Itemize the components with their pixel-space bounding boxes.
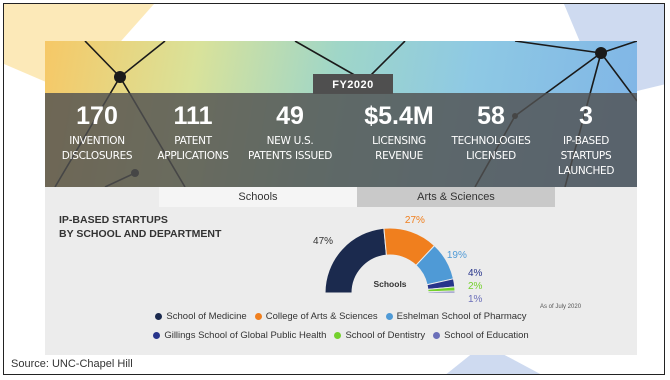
stats-banner: FY2020 170 INVENTION DISCLOSURES 111 PATE… [45, 41, 637, 187]
donut-value-label-3: 4% [468, 268, 483, 279]
donut-value-label-0: 47% [313, 236, 333, 247]
legend-swatch [155, 312, 163, 320]
stat-new-patents-issued: 49 NEW U.S. PATENTS ISSUED [241, 101, 339, 164]
stat-value: 170 [76, 102, 118, 130]
stat-label: LICENSING REVENUE [372, 135, 426, 162]
stat-value: 58 [477, 102, 505, 130]
legend-swatch [385, 312, 393, 320]
stat-label: IP-BASED STARTUPS LAUNCHED [557, 135, 615, 177]
legend-label: School of Medicine [166, 311, 247, 322]
stat-licensing-revenue: $5.4M LICENSING REVENUE [350, 101, 448, 164]
legend-label: College of Arts & Sciences [265, 311, 378, 322]
legend-item: School of Medicine [155, 311, 247, 322]
donut-value-label-5: 1% [468, 294, 483, 305]
legend-label: Gillings School of Global Public Health [164, 330, 327, 341]
stat-label: PATENT APPLICATIONS [157, 135, 229, 162]
stat-value: 111 [173, 102, 213, 130]
donut-value-label-4: 2% [468, 281, 483, 292]
stat-value: 49 [276, 102, 304, 130]
donut-value-label-2: 19% [447, 250, 467, 261]
stat-patent-applications: 111 PATENT APPLICATIONS [144, 101, 242, 164]
as-of-date: As of July 2020 [540, 304, 582, 310]
legend-item: School of Education [433, 330, 529, 341]
slide: FY2020 170 INVENTION DISCLOSURES 111 PATE… [3, 3, 665, 375]
donut-center-title: Schools [373, 279, 406, 289]
stats-bar: 170 INVENTION DISCLOSURES 111 PATENT APPLI… [45, 93, 637, 187]
source-note: Source: UNC-Chapel Hill [11, 358, 133, 370]
legend-label: Eshelman School of Pharmacy [396, 311, 527, 322]
donut-slice-5 [427, 290, 456, 294]
fiscal-year-label: FY2020 [313, 74, 393, 94]
donut-value-label-1: 27% [405, 215, 425, 226]
stat-invention-disclosures: 170 INVENTION DISCLOSURES [48, 101, 146, 164]
legend-item: College of Arts & Sciences [254, 311, 378, 322]
stat-label: INVENTION DISCLOSURES [61, 135, 133, 162]
legend-label: School of Education [444, 330, 529, 341]
stat-ip-based-startups: 3 IP-BASED STARTUPS LAUNCHED [537, 101, 635, 179]
legend-item: Gillings School of Global Public Health [153, 330, 326, 341]
legend-item: School of Dentistry [334, 330, 425, 341]
stat-label: NEW U.S. PATENTS ISSUED [248, 135, 332, 162]
stat-value: 3 [579, 102, 593, 130]
legend-item: Eshelman School of Pharmacy [385, 311, 527, 322]
legend-swatch [153, 331, 161, 339]
stat-label: TECHNOLOGIES LICENSED [451, 135, 531, 162]
chart-legend-row-2: Gillings School of Global Public Health S… [45, 330, 637, 341]
half-donut-chart: 47% 27% 19%4% 2% 1% Schools [313, 215, 483, 305]
legend-swatch [433, 331, 441, 339]
legend-label: School of Dentistry [345, 330, 426, 341]
legend-swatch [254, 312, 262, 320]
legend-swatch [334, 331, 342, 339]
stat-technologies-licensed: 58 TECHNOLOGIES LICENSED [442, 101, 540, 164]
stat-value: $5.4M [364, 102, 434, 130]
chart-legend-row-1: School of Medicine College of Arts & Scie… [45, 311, 637, 322]
startups-panel: Schools Arts & Sciences IP-BASED STARTUP… [45, 187, 637, 355]
